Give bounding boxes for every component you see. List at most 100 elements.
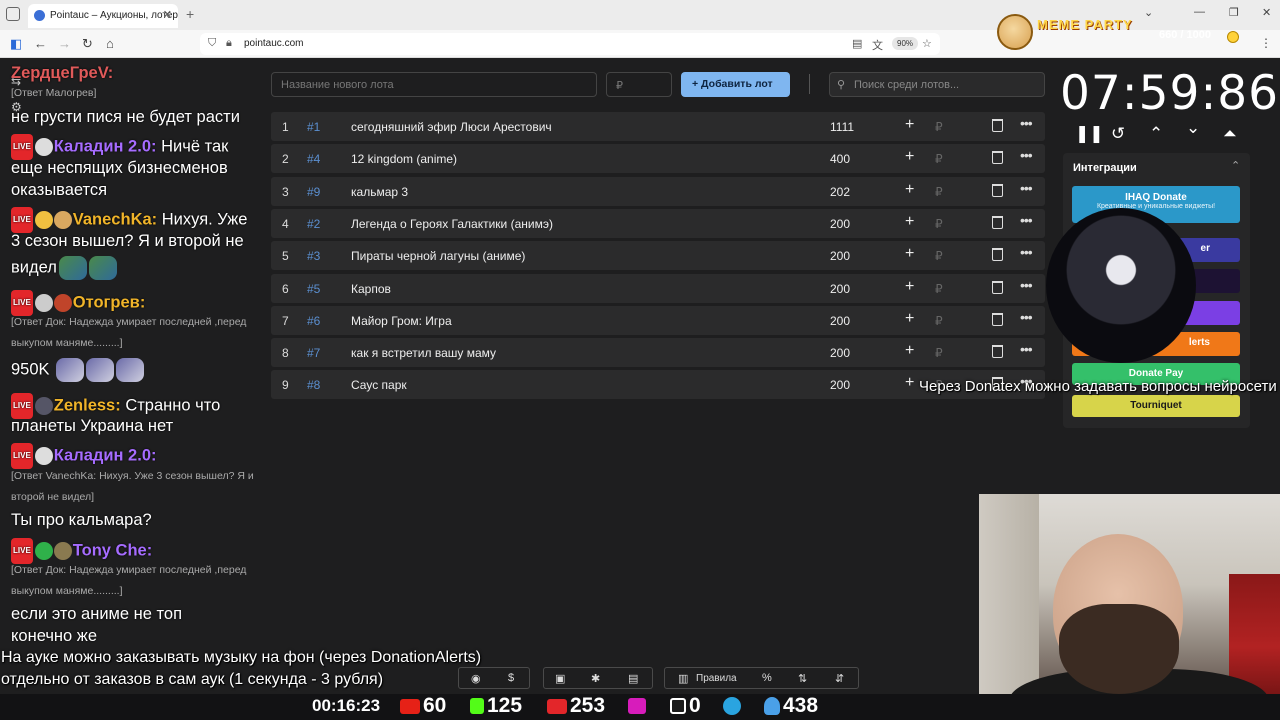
browser-tab[interactable]: Pointauc – Аукционы, лотереи ✕: [28, 4, 178, 28]
live-stat: 253: [547, 694, 605, 718]
new-lot-price-input[interactable]: ₽: [606, 72, 672, 97]
more-icon[interactable]: •••: [1020, 212, 1033, 228]
lot-row[interactable]: 8 #7 как я встретил вашу маму 200 + ₽ •••: [271, 338, 1045, 368]
delete-icon[interactable]: [992, 280, 1003, 294]
add-amount-icon[interactable]: +: [905, 310, 914, 328]
sort-icon[interactable]: ⇵: [835, 672, 844, 685]
lot-amount: 200: [830, 249, 851, 264]
home-icon[interactable]: ⌂: [106, 36, 114, 51]
more-icon[interactable]: •••: [1020, 147, 1033, 163]
add-amount-icon[interactable]: +: [905, 213, 914, 231]
lot-name[interactable]: как я встретил вашу маму: [351, 346, 496, 360]
amount-input[interactable]: ₽: [935, 346, 943, 360]
url-text[interactable]: pointauc.com: [244, 38, 303, 49]
amount-input[interactable]: ₽: [935, 152, 943, 166]
forward-icon[interactable]: →: [58, 36, 71, 51]
integration-item[interactable]: Tourniquet: [1072, 395, 1240, 417]
shield-icon[interactable]: ⛉: [208, 37, 216, 50]
collapse-icon[interactable]: ⏶: [1223, 124, 1237, 144]
zoom-level[interactable]: 90%: [892, 37, 919, 50]
delete-icon[interactable]: [992, 151, 1003, 165]
add-amount-icon[interactable]: +: [905, 342, 914, 360]
more-icon[interactable]: •••: [1020, 115, 1033, 131]
add-amount-icon[interactable]: +: [905, 181, 914, 199]
delete-icon[interactable]: [992, 248, 1003, 262]
bug-icon[interactable]: ✱: [591, 672, 600, 685]
delete-icon[interactable]: [992, 345, 1003, 359]
browser-menu-icon[interactable]: ⋮: [1260, 36, 1272, 50]
window-close-icon[interactable]: ✕: [1262, 6, 1271, 19]
delete-icon[interactable]: [992, 215, 1003, 229]
lot-row[interactable]: 7 #6 Майор Гром: Игра 200 + ₽ •••: [271, 305, 1045, 335]
lot-row[interactable]: 2 #4 12 kingdom (anime) 400 + ₽ •••: [271, 144, 1045, 174]
more-icon[interactable]: •••: [1020, 309, 1033, 325]
lot-search-input[interactable]: ⚲ Поиск среди лотов...: [829, 72, 1045, 97]
lot-name[interactable]: Майор Гром: Игра: [351, 314, 452, 328]
split-icon[interactable]: ⇅: [798, 672, 807, 685]
lot-row[interactable]: 5 #3 Пираты черной лагуны (аниме) 200 + ₽ •••: [271, 241, 1045, 271]
lot-row[interactable]: 1 #1 сегодняшний эфир Люси Арестович 1111 + ₽…: [271, 112, 1045, 141]
lot-row[interactable]: 4 #2 Легенда о Героях Галактики (анимэ) 200…: [271, 208, 1045, 238]
translate-icon[interactable]: 文: [872, 37, 883, 53]
back-icon[interactable]: ←: [34, 36, 47, 51]
more-icon[interactable]: •••: [1020, 277, 1033, 293]
address-bar[interactable]: ⛉ 🔒︎ pointauc.com ▤ 文 90% ☆: [200, 33, 940, 55]
new-tab-button[interactable]: +: [186, 6, 194, 22]
lot-amount: 202: [830, 184, 851, 199]
delete-icon[interactable]: [992, 183, 1003, 197]
save-icon[interactable]: ▣: [555, 672, 565, 685]
add-amount-icon[interactable]: +: [905, 278, 914, 296]
amount-input[interactable]: ₽: [935, 282, 943, 296]
dollar-icon[interactable]: $: [508, 672, 514, 684]
lot-name[interactable]: Карпов: [351, 282, 391, 296]
chevron-up-icon[interactable]: ⌃: [1231, 159, 1240, 172]
bookmark-star-icon[interactable]: ☆: [922, 37, 932, 50]
lock-icon[interactable]: 🔒︎: [226, 37, 232, 50]
chat-text: конечно же: [11, 627, 98, 645]
add-amount-icon[interactable]: +: [905, 116, 914, 134]
verified-icon: [34, 542, 53, 560]
chevron-down-icon[interactable]: ⌄: [1186, 118, 1200, 138]
delete-icon[interactable]: [992, 312, 1003, 326]
lot-id: #6: [307, 313, 321, 328]
amount-input[interactable]: ₽: [935, 185, 943, 199]
lot-name[interactable]: 12 kingdom (anime): [351, 152, 457, 166]
amount-input[interactable]: ₽: [935, 120, 943, 134]
lot-row[interactable]: 3 #9 кальмар 3 202 + ₽ •••: [271, 176, 1045, 206]
add-amount-icon[interactable]: +: [905, 374, 914, 392]
lot-row[interactable]: 6 #5 Карпов 200 + ₽ •••: [271, 273, 1045, 303]
reset-icon[interactable]: ↺: [1111, 124, 1125, 144]
new-lot-name-input[interactable]: Название нового лота: [271, 72, 597, 97]
amount-input[interactable]: ₽: [935, 314, 943, 328]
amount-input[interactable]: ₽: [935, 217, 943, 231]
github-icon[interactable]: ◉: [471, 672, 481, 685]
lot-name[interactable]: Саус парк: [351, 378, 407, 392]
lot-name[interactable]: Пираты черной лагуны (аниме): [351, 249, 525, 263]
sidebar-toggle-icon[interactable]: ◧: [10, 36, 22, 52]
amount-input[interactable]: ₽: [935, 249, 943, 263]
lot-position: 3: [282, 184, 289, 199]
tab-close-icon[interactable]: ✕: [163, 8, 172, 21]
add-amount-icon[interactable]: +: [905, 245, 914, 263]
chat-text: Ничё так: [156, 137, 229, 156]
reload-icon[interactable]: ↻: [82, 36, 93, 52]
percent-button[interactable]: %: [762, 672, 772, 684]
delete-icon[interactable]: [992, 119, 1003, 132]
lot-name[interactable]: сегодняшний эфир Люси Арестович: [351, 120, 552, 134]
integrations-title: Интеграции: [1073, 162, 1137, 174]
rules-button[interactable]: Правила: [696, 673, 737, 684]
chevron-up-icon[interactable]: ⌃: [1149, 124, 1163, 144]
rules-icon[interactable]: ▥: [678, 672, 688, 685]
add-amount-icon[interactable]: +: [905, 148, 914, 166]
clear-icon[interactable]: ▤: [628, 672, 638, 685]
more-icon[interactable]: •••: [1020, 180, 1033, 196]
more-icon[interactable]: •••: [1020, 341, 1033, 357]
more-icon[interactable]: •••: [1020, 244, 1033, 260]
lot-name[interactable]: Легенда о Героях Галактики (анимэ): [351, 217, 553, 231]
tab-list-icon[interactable]: [6, 7, 20, 21]
integration-label: er: [1200, 243, 1210, 254]
add-lot-button[interactable]: + Добавить лот: [681, 72, 790, 97]
reader-view-icon[interactable]: ▤: [852, 37, 862, 50]
pause-icon[interactable]: ❚❚: [1075, 124, 1104, 144]
lot-name[interactable]: кальмар 3: [351, 185, 408, 199]
